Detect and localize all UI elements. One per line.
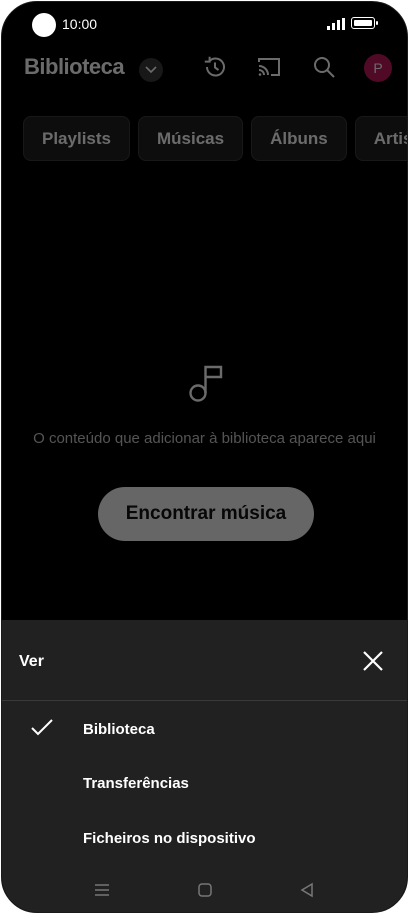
camera-cutout — [32, 13, 56, 37]
check-icon — [31, 719, 53, 736]
app-header: Biblioteca P — [2, 48, 407, 90]
option-ficheiros-no-dispositivo[interactable]: Ficheiros no dispositivo — [2, 811, 407, 865]
chip-albuns[interactable]: Álbuns — [251, 116, 347, 161]
avatar[interactable]: P — [364, 54, 392, 82]
signal-icon — [327, 18, 345, 30]
system-nav-bar — [2, 866, 407, 912]
option-biblioteca[interactable]: Biblioteca — [2, 702, 407, 756]
sheet-title: Ver — [19, 653, 44, 670]
search-icon[interactable] — [310, 53, 338, 81]
view-bottom-sheet: Ver Biblioteca Transferências Ficheiros … — [2, 620, 407, 866]
home-icon[interactable] — [195, 880, 215, 900]
menu-icon[interactable] — [92, 880, 112, 900]
status-bar: 10:00 — [2, 2, 407, 48]
filter-chips: PlaylistsMúsicasÁlbunsArtis — [23, 116, 407, 162]
music-note-icon — [189, 365, 223, 402]
battery-icon — [351, 17, 378, 29]
sheet-divider — [2, 700, 407, 701]
option-label: Biblioteca — [83, 721, 155, 738]
chip-artistas[interactable]: Artis — [354, 116, 407, 161]
history-icon[interactable] — [201, 53, 229, 81]
option-transferencias[interactable]: Transferências — [2, 756, 407, 810]
back-icon[interactable] — [297, 880, 317, 900]
option-label: Transferências — [83, 775, 189, 792]
find-music-button[interactable]: Encontrar música — [98, 487, 314, 541]
option-label: Ficheiros no dispositivo — [83, 830, 256, 847]
chevron-down-icon[interactable] — [139, 58, 163, 82]
chip-musicas[interactable]: Músicas — [138, 116, 244, 161]
page-title: Biblioteca — [24, 54, 125, 79]
close-icon[interactable] — [360, 648, 386, 674]
empty-state-message: O conteúdo que adicionar à biblioteca ap… — [33, 430, 376, 447]
cast-icon[interactable] — [255, 53, 283, 81]
chip-playlists[interactable]: Playlists — [23, 116, 130, 161]
phone-screen: 10:00 Biblioteca P Playlists Músicas Álb… — [1, 1, 408, 913]
status-time: 10:00 — [62, 16, 98, 32]
